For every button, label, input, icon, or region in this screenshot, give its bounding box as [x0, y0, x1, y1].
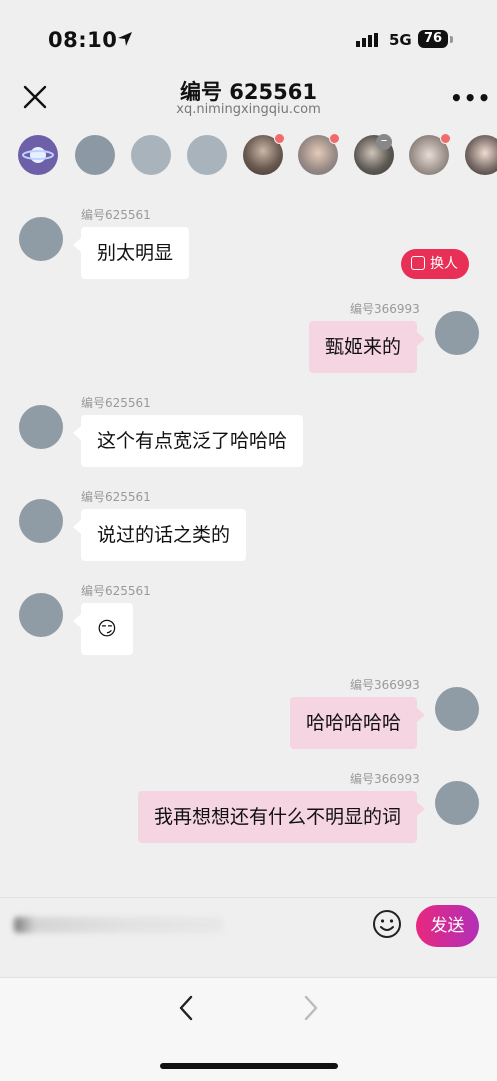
bubble-tail	[417, 708, 425, 722]
sender-avatar[interactable]	[435, 687, 479, 731]
message-bubble[interactable]: 别太明显	[81, 227, 190, 279]
avatar[interactable]	[131, 135, 171, 175]
more-menu-icon[interactable]: •••	[450, 86, 491, 110]
bubble-tail	[417, 332, 425, 346]
sender-name: 编号625561	[81, 208, 151, 222]
unread-dot	[440, 133, 451, 144]
blurred-input-text	[14, 917, 224, 933]
sender-name: 编号366993	[350, 772, 420, 786]
planet-avatar[interactable]	[18, 135, 58, 175]
emoji-icon[interactable]	[372, 909, 402, 939]
sender-name: 编号625561	[81, 584, 151, 598]
sender-name: 编号366993	[350, 678, 420, 692]
message-bubble[interactable]: 我再想想还有什么不明显的词	[137, 791, 417, 843]
forward-arrow-icon[interactable]	[303, 995, 319, 1021]
home-indicator[interactable]	[160, 1063, 338, 1069]
signal-icon	[356, 33, 378, 47]
location-arrow-icon	[118, 32, 132, 46]
swap-person-button[interactable]: 换人	[401, 249, 469, 279]
back-arrow-icon[interactable]	[178, 995, 194, 1021]
network-label: 5G	[389, 31, 412, 49]
sender-avatar[interactable]	[435, 781, 479, 825]
send-button[interactable]: 发送	[416, 905, 479, 947]
sender-avatar[interactable]	[19, 499, 63, 543]
site-url: xq.nimingxingqiu.com	[176, 102, 321, 117]
sender-name: 编号366993	[350, 302, 420, 316]
bubble-tail	[73, 614, 81, 628]
bubble-tail	[73, 238, 81, 252]
message-bubble[interactable]: 这个有点宽泛了哈哈哈	[81, 415, 304, 467]
message-bubble[interactable]: 说过的话之类的	[81, 509, 247, 561]
sender-avatar[interactable]	[19, 405, 63, 449]
avatar[interactable]	[465, 135, 497, 175]
swap-icon	[411, 256, 425, 270]
unread-dot	[329, 133, 340, 144]
message-bubble[interactable]: 哈哈哈哈哈	[289, 697, 417, 749]
avatar[interactable]	[75, 135, 115, 175]
bubble-tail	[417, 802, 425, 816]
sender-name: 编号625561	[81, 396, 151, 410]
sender-avatar[interactable]	[435, 311, 479, 355]
minus-badge: –	[376, 134, 392, 150]
message-bubble[interactable]: 😏	[81, 603, 133, 655]
battery-tip	[450, 36, 453, 43]
bubble-tail	[73, 426, 81, 440]
bubble-tail	[73, 520, 81, 534]
status-time: 08:10	[48, 28, 118, 52]
sender-avatar[interactable]	[19, 593, 63, 637]
input-divider	[0, 897, 497, 898]
unread-dot	[274, 133, 285, 144]
battery-icon: 76	[418, 30, 448, 48]
avatar[interactable]	[187, 135, 227, 175]
sender-avatar[interactable]	[19, 217, 63, 261]
sender-name: 编号625561	[81, 490, 151, 504]
message-bubble[interactable]: 甄姬来的	[308, 321, 417, 373]
planet-icon	[22, 147, 54, 163]
